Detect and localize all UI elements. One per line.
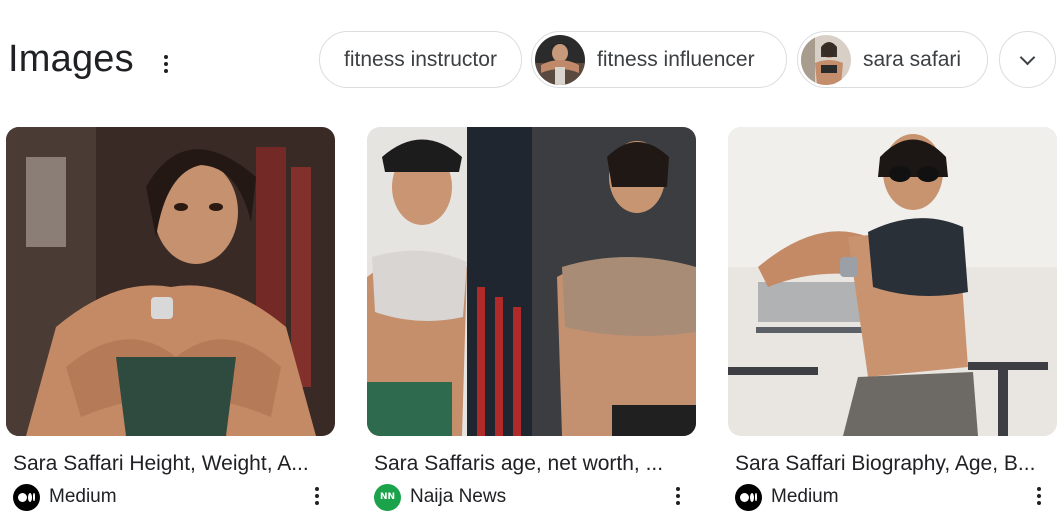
images-header: Images fitness instructor fitness influe… [0,0,1063,110]
image-result-card: Sara Saffari Height, Weight, A... Medium [6,127,335,528]
section-title: Images [8,38,134,80]
result-title[interactable]: Sara Saffari Biography, Age, B... [735,452,1055,476]
result-image[interactable] [367,127,696,436]
result-title[interactable]: Sara Saffaris age, net worth, ... [374,452,694,476]
result-source[interactable]: Medium [13,483,117,511]
medium-logo-icon [13,483,40,511]
chevron-down-icon [1019,49,1036,65]
source-name: Naija News [410,486,507,507]
expand-chips-button[interactable] [999,31,1056,88]
result-title[interactable]: Sara Saffari Height, Weight, A... [13,452,333,476]
chip-thumbnail [801,34,851,85]
chip-fitness-influencer[interactable]: fitness influencer [531,31,787,88]
more-options-icon[interactable] [154,52,178,76]
more-options-icon[interactable] [305,484,329,508]
source-name: Medium [771,486,839,507]
chip-fitness-instructor[interactable]: fitness instructor [319,31,522,88]
chip-label: fitness influencer [597,47,755,71]
chip-sara-safari[interactable]: sara safari [797,31,988,88]
chip-label: fitness instructor [344,47,497,71]
chip-label: sara safari [863,47,962,71]
result-source[interactable]: NN Naija News [374,483,507,511]
result-image[interactable] [6,127,335,436]
more-options-icon[interactable] [1027,484,1051,508]
result-source[interactable]: Medium [735,483,839,511]
image-result-card: Sara Saffaris age, net worth, ... NN Nai… [367,127,696,528]
medium-logo-icon [735,483,762,511]
source-name: Medium [49,486,117,507]
more-options-icon[interactable] [666,484,690,508]
result-image[interactable] [728,127,1057,436]
naija-news-logo-icon: NN [374,483,401,511]
image-result-card: Sara Saffari Biography, Age, B... Medium [728,127,1057,528]
chip-thumbnail [535,34,585,85]
